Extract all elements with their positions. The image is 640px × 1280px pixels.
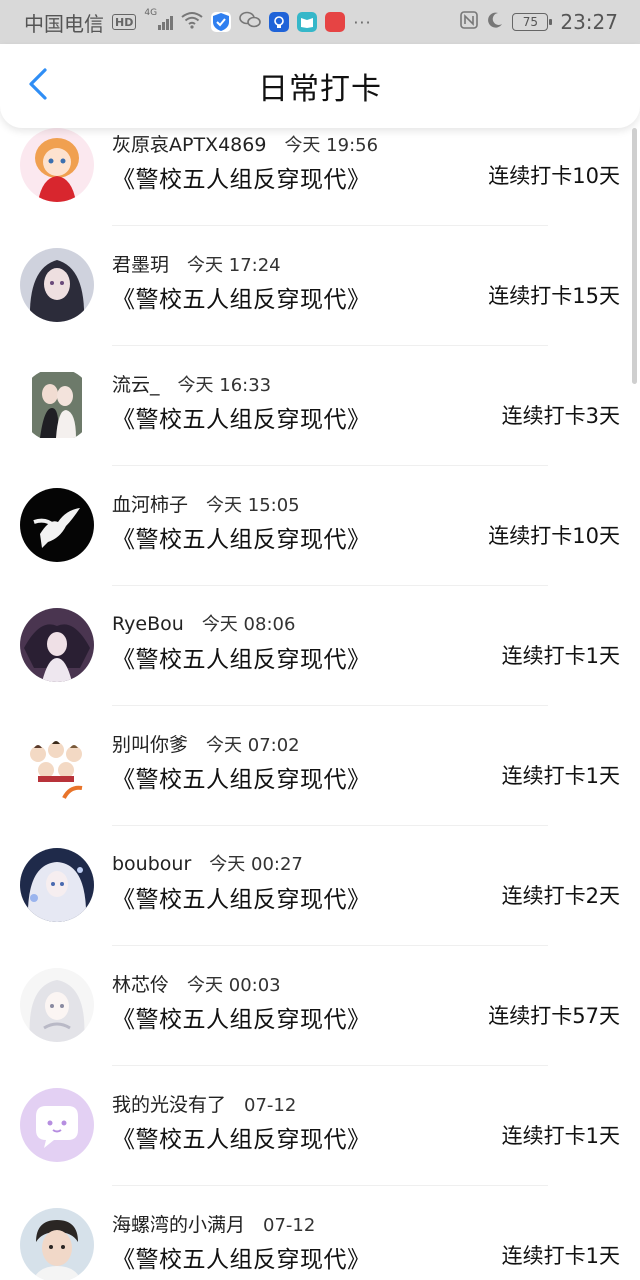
avatar[interactable] bbox=[20, 728, 94, 802]
entry-meta: 我的光没有了 07-12 bbox=[112, 1090, 296, 1117]
avatar[interactable] bbox=[20, 1208, 94, 1280]
bulb-app-icon bbox=[269, 12, 290, 32]
book-title[interactable]: 《警校五人组反穿现代》 bbox=[112, 880, 371, 914]
more-notifications-icon: ··· bbox=[353, 12, 372, 32]
username[interactable]: 海螺湾的小满月 bbox=[112, 1210, 245, 1237]
hd-badge: HD bbox=[112, 14, 137, 30]
book-title[interactable]: 《警校五人组反穿现代》 bbox=[112, 1240, 371, 1274]
list-item[interactable]: 海螺湾的小满月 07-12 《警校五人组反穿现代》 连续打卡1天 bbox=[0, 1186, 640, 1280]
shield-app-icon bbox=[211, 12, 232, 32]
username[interactable]: RyeBou bbox=[112, 613, 184, 635]
list-item[interactable]: 林芯伶 今天 00:03 《警校五人组反穿现代》 连续打卡57天 bbox=[0, 946, 640, 1066]
book-title[interactable]: 《警校五人组反穿现代》 bbox=[112, 520, 371, 554]
checkin-time: 07-12 bbox=[244, 1095, 297, 1116]
username[interactable]: boubour bbox=[112, 853, 191, 875]
streak-label: 连续打卡10天 bbox=[488, 164, 620, 188]
avatar[interactable] bbox=[20, 608, 94, 682]
username[interactable]: 血河柿子 bbox=[112, 490, 188, 517]
book-title[interactable]: 《警校五人组反穿现代》 bbox=[112, 760, 371, 794]
book-title[interactable]: 《警校五人组反穿现代》 bbox=[112, 1120, 371, 1154]
username[interactable]: 别叫你爹 bbox=[112, 730, 188, 757]
username[interactable]: 灰原哀APTX4869 bbox=[112, 130, 266, 157]
navigation-bar: 日常打卡 bbox=[0, 44, 640, 128]
avatar[interactable] bbox=[20, 488, 94, 562]
battery-icon: 75 bbox=[512, 13, 553, 31]
list-item[interactable]: 流云_ 今天 16:33 《警校五人组反穿现代》 连续打卡3天 bbox=[0, 346, 640, 466]
moon-icon bbox=[486, 10, 504, 34]
avatar[interactable] bbox=[20, 248, 94, 322]
wechat-icon bbox=[239, 10, 262, 34]
scrollbar[interactable] bbox=[632, 128, 637, 384]
list-item[interactable]: 血河柿子 今天 15:05 《警校五人组反穿现代》 连续打卡10天 bbox=[0, 466, 640, 586]
entry-meta: 流云_ 今天 16:33 bbox=[112, 370, 271, 397]
book-title[interactable]: 《警校五人组反穿现代》 bbox=[112, 1000, 371, 1034]
streak-label: 连续打卡10天 bbox=[488, 524, 620, 548]
checkin-time: 今天 07:02 bbox=[206, 735, 300, 756]
huawei-app-icon bbox=[325, 12, 346, 32]
page-title: 日常打卡 bbox=[258, 72, 382, 107]
avatar[interactable] bbox=[20, 1088, 94, 1162]
username[interactable]: 我的光没有了 bbox=[112, 1090, 226, 1117]
status-bar-right: 75 23:27 bbox=[460, 10, 618, 34]
list-item[interactable]: boubour 今天 00:27 《警校五人组反穿现代》 连续打卡2天 bbox=[0, 826, 640, 946]
network-type-label: 4G bbox=[144, 8, 158, 18]
list-item[interactable]: 别叫你爹 今天 07:02 《警校五人组反穿现代》 连续打卡1天 bbox=[0, 706, 640, 826]
streak-label: 连续打卡57天 bbox=[488, 1004, 620, 1028]
streak-label: 连续打卡1天 bbox=[501, 764, 620, 788]
list-item[interactable]: RyeBou 今天 08:06 《警校五人组反穿现代》 连续打卡1天 bbox=[0, 586, 640, 706]
book-title[interactable]: 《警校五人组反穿现代》 bbox=[112, 280, 371, 314]
reader-app-icon bbox=[297, 12, 318, 32]
signal-icon: 4G bbox=[144, 8, 174, 30]
checkin-time: 今天 00:27 bbox=[209, 854, 303, 875]
checkin-time: 今天 08:06 bbox=[201, 614, 296, 635]
streak-label: 连续打卡1天 bbox=[501, 644, 620, 668]
wifi-icon bbox=[181, 10, 203, 34]
streak-label: 连续打卡1天 bbox=[501, 1124, 620, 1148]
streak-label: 连续打卡1天 bbox=[501, 1244, 620, 1268]
status-bar-left: 中国电信 HD 4G ··· bbox=[24, 8, 372, 37]
avatar[interactable] bbox=[20, 848, 94, 922]
avatar[interactable] bbox=[20, 128, 94, 202]
chevron-left-icon bbox=[27, 67, 49, 105]
checkin-time: 今天 17:24 bbox=[187, 255, 281, 276]
checkin-time: 07-12 bbox=[263, 1215, 316, 1236]
streak-label: 连续打卡2天 bbox=[501, 884, 620, 908]
checkin-time: 今天 16:33 bbox=[177, 375, 272, 396]
list-item[interactable]: 我的光没有了 07-12 《警校五人组反穿现代》 连续打卡1天 bbox=[0, 1066, 640, 1186]
username[interactable]: 流云_ bbox=[112, 370, 160, 397]
streak-label: 连续打卡15天 bbox=[488, 284, 620, 308]
checkin-list: 灰原哀APTX4869 今天 19:56 《警校五人组反穿现代》 连续打卡10天… bbox=[0, 122, 640, 1280]
status-bar: 中国电信 HD 4G ··· 75 23:27 bbox=[0, 0, 640, 44]
entry-meta: boubour 今天 00:27 bbox=[112, 850, 303, 876]
entry-meta: 血河柿子 今天 15:05 bbox=[112, 490, 300, 517]
entry-meta: RyeBou 今天 08:06 bbox=[112, 610, 295, 636]
carrier-label: 中国电信 bbox=[24, 11, 104, 36]
streak-label: 连续打卡3天 bbox=[501, 404, 620, 428]
entry-meta: 灰原哀APTX4869 今天 19:56 bbox=[112, 130, 378, 157]
entry-meta: 海螺湾的小满月 07-12 bbox=[112, 1210, 315, 1237]
list-item[interactable]: 灰原哀APTX4869 今天 19:56 《警校五人组反穿现代》 连续打卡10天 bbox=[0, 122, 640, 226]
entry-meta: 君墨玥 今天 17:24 bbox=[112, 250, 281, 277]
avatar[interactable] bbox=[20, 968, 94, 1042]
list-item[interactable]: 君墨玥 今天 17:24 《警校五人组反穿现代》 连续打卡15天 bbox=[0, 226, 640, 346]
book-title[interactable]: 《警校五人组反穿现代》 bbox=[112, 640, 371, 674]
checkin-time: 今天 15:05 bbox=[206, 495, 300, 516]
entry-meta: 别叫你爹 今天 07:02 bbox=[112, 730, 300, 757]
avatar[interactable] bbox=[20, 368, 94, 442]
book-title[interactable]: 《警校五人组反穿现代》 bbox=[112, 160, 371, 194]
book-title[interactable]: 《警校五人组反穿现代》 bbox=[112, 400, 371, 434]
clock: 23:27 bbox=[560, 10, 618, 34]
username[interactable]: 君墨玥 bbox=[112, 250, 169, 277]
entry-meta: 林芯伶 今天 00:03 bbox=[112, 970, 281, 997]
nfc-icon bbox=[460, 10, 479, 34]
back-button[interactable] bbox=[16, 62, 60, 110]
checkin-time: 今天 00:03 bbox=[187, 975, 281, 996]
checkin-time: 今天 19:56 bbox=[284, 135, 379, 156]
username[interactable]: 林芯伶 bbox=[112, 970, 169, 997]
